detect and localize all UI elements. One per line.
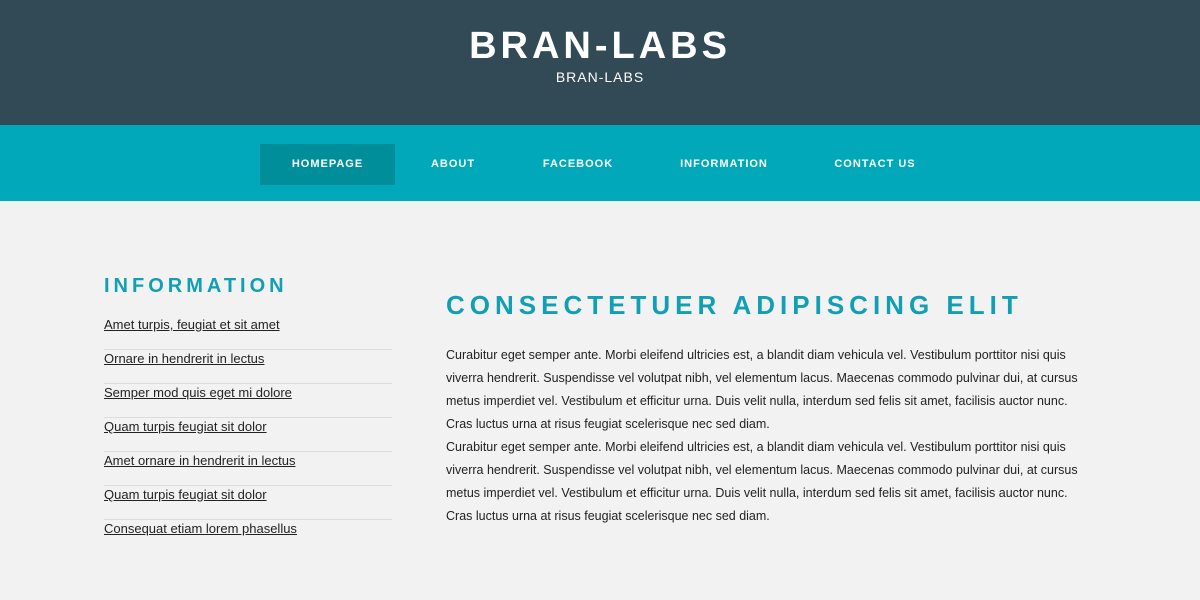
body-paragraph: Curabitur eget semper ante. Morbi eleife… bbox=[446, 348, 1078, 432]
sidebar-link[interactable]: Quam turpis feugiat sit dolor bbox=[104, 486, 267, 504]
nav-item-homepage[interactable]: HOMEPAGE bbox=[260, 144, 395, 185]
site-title: BRAN-LABS bbox=[469, 25, 731, 67]
sidebar-link[interactable]: Amet turpis, feugiat et sit amet bbox=[104, 316, 280, 334]
nav-item-information[interactable]: INFORMATION bbox=[668, 144, 780, 185]
nav-item-facebook[interactable]: FACEBOOK bbox=[530, 144, 626, 185]
sidebar-link-list: Amet turpis, feugiat et sit amet Ornare … bbox=[104, 316, 392, 554]
list-item: Semper mod quis eget mi dolore bbox=[104, 384, 392, 418]
sidebar-link[interactable]: Consequat etiam lorem phasellus bbox=[104, 520, 297, 538]
list-item: Amet turpis, feugiat et sit amet bbox=[104, 316, 392, 350]
body-paragraph: Curabitur eget semper ante. Morbi eleife… bbox=[446, 440, 1078, 524]
list-item: Quam turpis feugiat sit dolor bbox=[104, 486, 392, 520]
main-nav: HOMEPAGE ABOUT FACEBOOK INFORMATION CONT… bbox=[0, 125, 1200, 201]
list-item: Quam turpis feugiat sit dolor bbox=[104, 418, 392, 452]
list-item: Amet ornare in hendrerit in lectus bbox=[104, 452, 392, 486]
sidebar-title: INFORMATION bbox=[104, 275, 288, 297]
main-content: CONSECTETUER ADIPISCING ELIT Curabitur e… bbox=[446, 272, 1092, 528]
list-item: Consequat etiam lorem phasellus bbox=[104, 520, 392, 554]
nav-item-about[interactable]: ABOUT bbox=[413, 144, 493, 185]
sidebar-link[interactable]: Ornare in hendrerit in lectus bbox=[104, 350, 264, 368]
list-item: Ornare in hendrerit in lectus bbox=[104, 350, 392, 384]
sidebar-link[interactable]: Amet ornare in hendrerit in lectus bbox=[104, 452, 295, 470]
sidebar: INFORMATION Amet turpis, feugiat et sit … bbox=[104, 272, 392, 554]
sidebar-link[interactable]: Quam turpis feugiat sit dolor bbox=[104, 418, 267, 436]
sidebar-link[interactable]: Semper mod quis eget mi dolore bbox=[104, 384, 292, 402]
page-title: CONSECTETUER ADIPISCING ELIT bbox=[446, 290, 1023, 321]
site-subtitle: BRAN-LABS bbox=[555, 69, 645, 85]
site-header: BRAN-LABS BRAN-LABS bbox=[0, 0, 1200, 125]
nav-item-contact-us[interactable]: CONTACT US bbox=[822, 144, 928, 185]
